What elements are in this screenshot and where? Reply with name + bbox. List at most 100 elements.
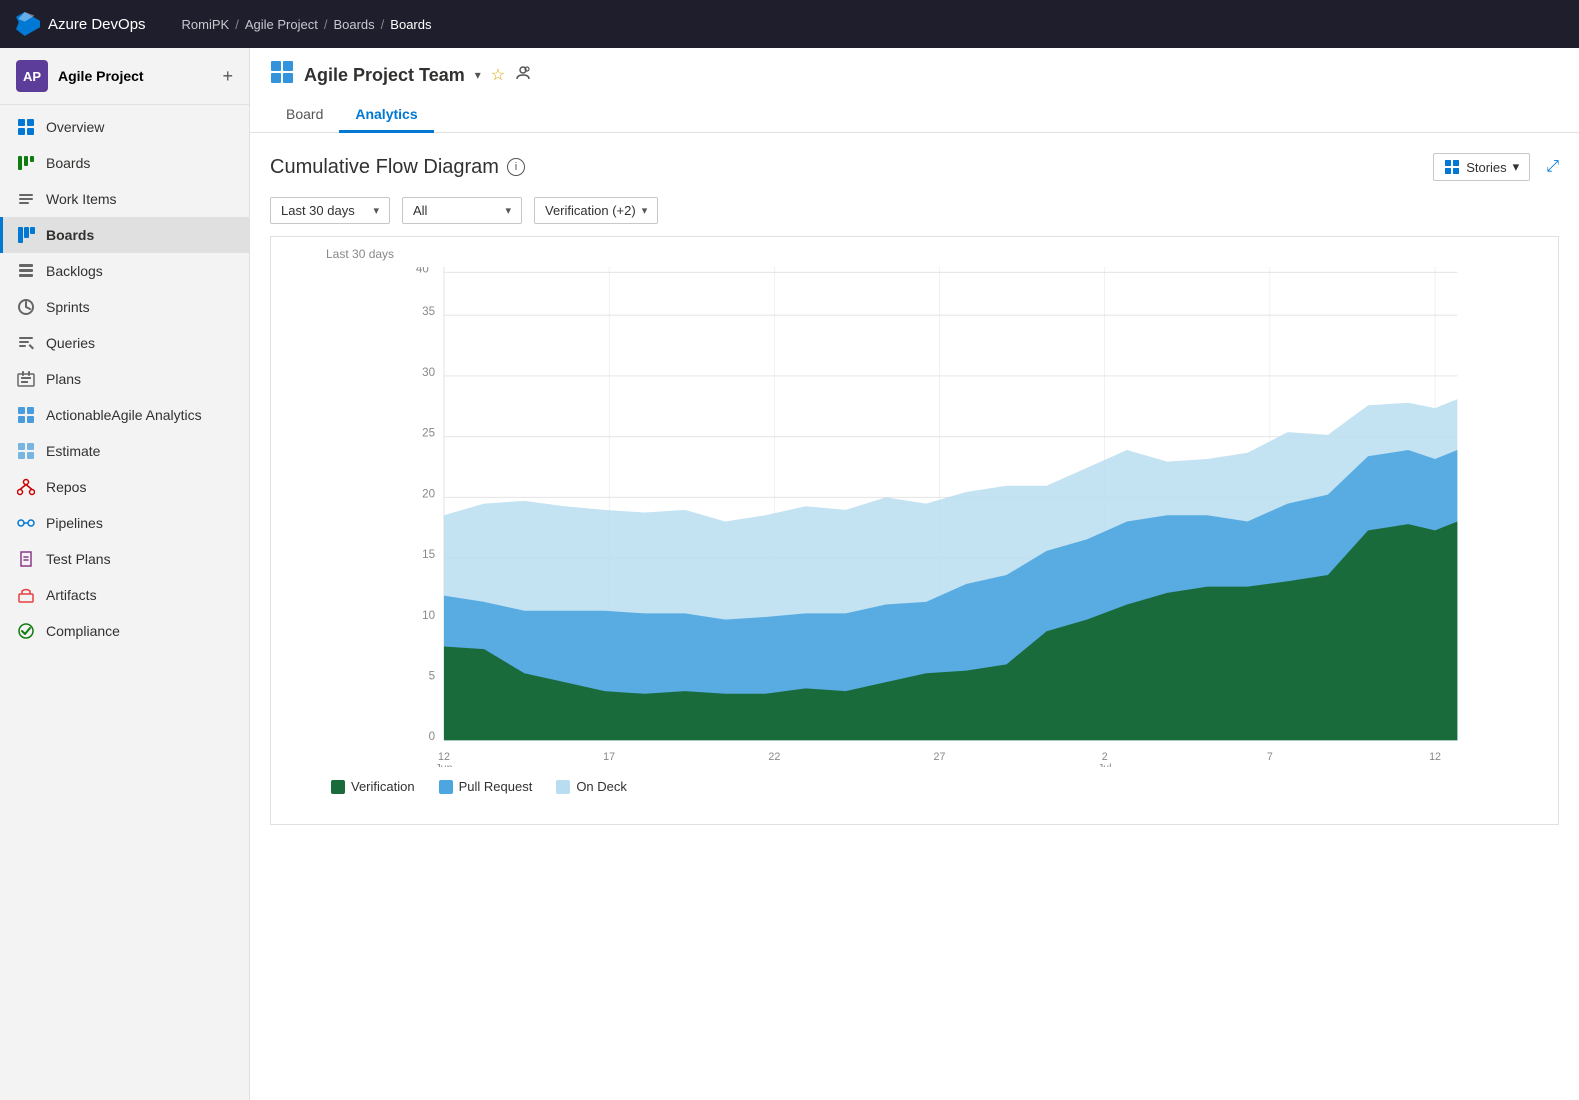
sidebar-item-actionable[interactable]: ActionableAgile Analytics xyxy=(0,397,249,433)
sidebar-label-actionable: ActionableAgile Analytics xyxy=(46,407,202,423)
layout: AP Agile Project + Overview Boards xyxy=(0,48,1579,1100)
svg-text:0: 0 xyxy=(429,730,435,743)
legend-verification: Verification xyxy=(331,779,415,794)
project-name: Agile Project xyxy=(58,68,212,84)
sidebar-label-artifacts: Artifacts xyxy=(46,587,97,603)
sidebar-label-boards: Boards xyxy=(46,227,94,243)
topbar-logo[interactable]: Azure DevOps xyxy=(16,12,146,36)
sidebar-nav: Overview Boards Work Items xyxy=(0,105,249,653)
backlogs-icon xyxy=(16,261,36,281)
breadcrumb-sep-1: / xyxy=(235,17,239,32)
on-deck-color-swatch xyxy=(556,780,570,794)
tab-board[interactable]: Board xyxy=(270,98,339,133)
team-icon xyxy=(270,60,294,90)
azure-devops-logo-icon xyxy=(16,12,40,36)
sidebar-item-repos[interactable]: Repos xyxy=(0,469,249,505)
topbar: Azure DevOps RomiPK / Agile Project / Bo… xyxy=(0,0,1579,48)
svg-text:12: 12 xyxy=(438,751,450,763)
test-plans-icon xyxy=(16,549,36,569)
svg-text:12: 12 xyxy=(1429,751,1441,763)
boards-group-icon xyxy=(16,153,36,173)
sidebar-label-work-items: Work Items xyxy=(46,191,117,207)
svg-text:Jun: Jun xyxy=(435,762,452,767)
legend-on-deck: On Deck xyxy=(556,779,627,794)
svg-text:17: 17 xyxy=(603,751,615,763)
expand-icon[interactable]: ⤢ xyxy=(1546,158,1559,176)
estimate-icon xyxy=(16,441,36,461)
sidebar-label-backlogs: Backlogs xyxy=(46,263,103,279)
svg-text:10: 10 xyxy=(422,609,435,622)
verification-color-swatch xyxy=(331,780,345,794)
legend-verification-label: Verification xyxy=(351,779,415,794)
breadcrumb-item-4: Boards xyxy=(390,17,431,32)
page-title: Agile Project Team xyxy=(304,65,465,86)
sidebar-item-pipelines[interactable]: Pipelines xyxy=(0,505,249,541)
breadcrumb-sep-3: / xyxy=(381,17,385,32)
add-project-button[interactable]: + xyxy=(222,66,233,87)
sidebar-label-overview: Overview xyxy=(46,119,104,135)
team-members-icon[interactable] xyxy=(515,65,531,86)
svg-text:27: 27 xyxy=(934,751,946,763)
sidebar-item-backlogs[interactable]: Backlogs xyxy=(0,253,249,289)
sidebar-label-estimate: Estimate xyxy=(46,443,100,459)
svg-text:15: 15 xyxy=(422,548,435,561)
boards-icon xyxy=(16,225,36,245)
sidebar-item-compliance[interactable]: Compliance xyxy=(0,613,249,649)
info-icon[interactable]: i xyxy=(507,158,525,176)
svg-text:20: 20 xyxy=(422,487,435,500)
sidebar-label-pipelines: Pipelines xyxy=(46,515,103,531)
sidebar-item-sprints[interactable]: Sprints xyxy=(0,289,249,325)
sidebar-label-compliance: Compliance xyxy=(46,623,120,639)
svg-text:25: 25 xyxy=(422,427,435,440)
tab-analytics[interactable]: Analytics xyxy=(339,98,433,133)
all-dropdown[interactable]: All ▾ xyxy=(402,197,522,224)
time-range-chevron-icon: ▾ xyxy=(373,204,379,217)
sidebar-label-boards-group: Boards xyxy=(46,155,90,171)
verification-dropdown[interactable]: Verification (+2) ▾ xyxy=(534,197,658,224)
actionable-icon xyxy=(16,405,36,425)
time-range-dropdown[interactable]: Last 30 days ▾ xyxy=(270,197,390,224)
stories-grid-icon xyxy=(1444,159,1460,175)
work-items-icon xyxy=(16,189,36,209)
sidebar-item-boards-group[interactable]: Boards xyxy=(0,145,249,181)
chart-legend: Verification Pull Request On Deck xyxy=(321,779,1558,794)
svg-text:2: 2 xyxy=(1102,751,1108,763)
sprints-icon xyxy=(16,297,36,317)
app-name: Azure DevOps xyxy=(48,16,146,33)
stories-dropdown-button[interactable]: Stories ▾ xyxy=(1433,153,1530,181)
sidebar-item-overview[interactable]: Overview xyxy=(0,109,249,145)
svg-text:35: 35 xyxy=(422,305,435,318)
sidebar-item-boards[interactable]: Boards xyxy=(0,217,249,253)
svg-text:Jul: Jul xyxy=(1098,762,1112,767)
svg-text:40: 40 xyxy=(416,267,429,275)
sidebar-item-queries[interactable]: Queries xyxy=(0,325,249,361)
repos-icon xyxy=(16,477,36,497)
artifacts-icon xyxy=(16,585,36,605)
pull-request-color-swatch xyxy=(439,780,453,794)
breadcrumb-item-3[interactable]: Boards xyxy=(333,17,374,32)
all-chevron-icon: ▾ xyxy=(505,204,511,217)
sidebar-item-test-plans[interactable]: Test Plans xyxy=(0,541,249,577)
legend-on-deck-label: On Deck xyxy=(576,779,627,794)
svg-text:22: 22 xyxy=(768,751,780,763)
sidebar-item-estimate[interactable]: Estimate xyxy=(0,433,249,469)
sidebar: AP Agile Project + Overview Boards xyxy=(0,48,250,1100)
breadcrumb-item-1[interactable]: RomiPK xyxy=(182,17,230,32)
verification-chevron-icon: ▾ xyxy=(642,204,648,217)
breadcrumb-sep-2: / xyxy=(324,17,328,32)
sidebar-label-repos: Repos xyxy=(46,479,86,495)
filters-row: Last 30 days ▾ All ▾ Verification (+2) ▾ xyxy=(270,197,1559,224)
breadcrumb-item-2[interactable]: Agile Project xyxy=(245,17,318,32)
cumulative-flow-chart: 0 5 10 15 20 25 30 35 40 xyxy=(321,267,1558,767)
favorite-star-icon[interactable]: ☆ xyxy=(491,65,505,85)
sidebar-item-plans[interactable]: Plans xyxy=(0,361,249,397)
sidebar-item-work-items[interactable]: Work Items xyxy=(0,181,249,217)
content-header-row: Cumulative Flow Diagram i Stories ▾ ⤢ xyxy=(270,153,1559,181)
svg-text:7: 7 xyxy=(1267,751,1273,763)
plans-icon xyxy=(16,369,36,389)
stories-chevron-icon: ▾ xyxy=(1513,159,1520,175)
sidebar-label-sprints: Sprints xyxy=(46,299,90,315)
chart-container: Last 30 days 0 5 10 15 20 25 30 35 40 xyxy=(270,236,1559,825)
team-dropdown-chevron[interactable]: ▾ xyxy=(475,68,481,82)
sidebar-item-artifacts[interactable]: Artifacts xyxy=(0,577,249,613)
